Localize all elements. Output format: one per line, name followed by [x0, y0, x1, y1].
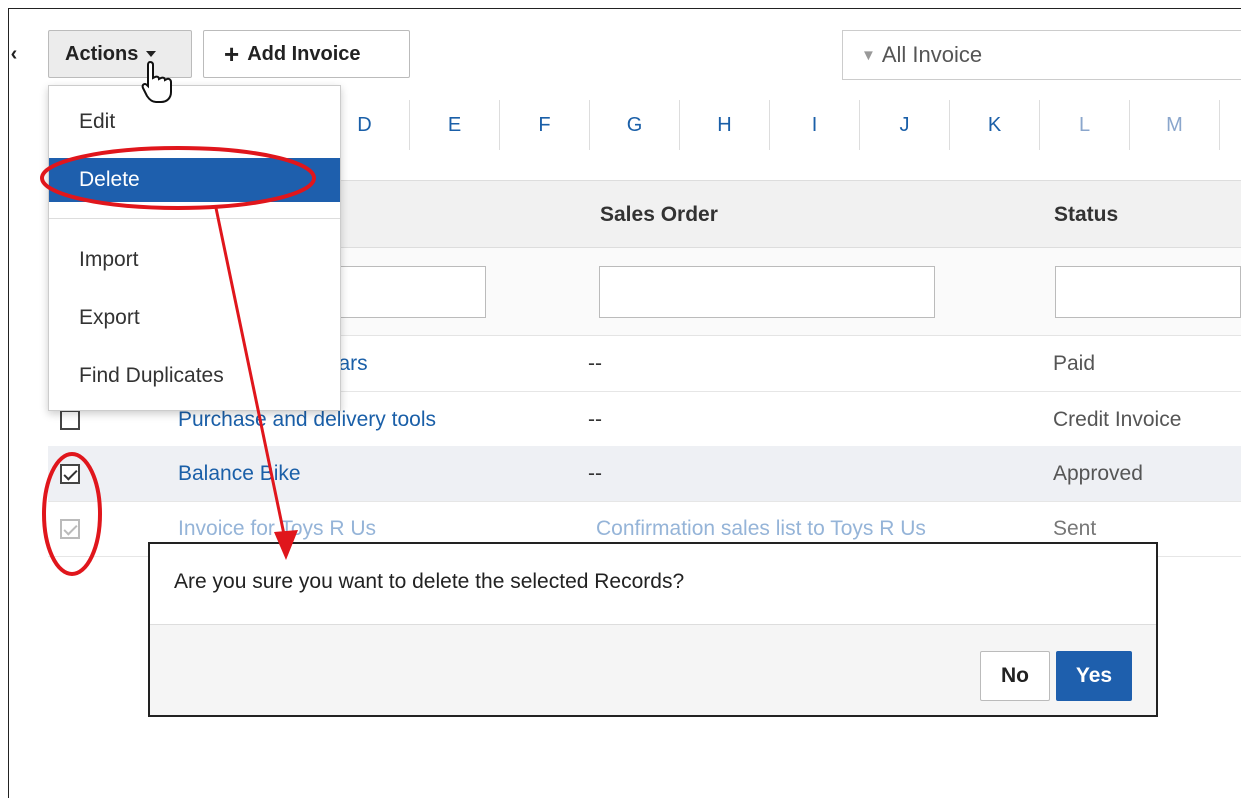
alpha-letter[interactable]: G [590, 100, 680, 150]
menu-item-delete[interactable]: Delete [49, 158, 340, 202]
status-cell: Sent [1053, 517, 1097, 540]
sales-order-link[interactable]: Confirmation sales list to Toys R Us [596, 517, 926, 541]
menu-item-find-duplicates[interactable]: Find Duplicates [49, 354, 340, 398]
alpha-letter[interactable]: L [1040, 100, 1130, 150]
sales-order-filter-input[interactable] [599, 266, 935, 318]
menu-item-label: Find Duplicates [79, 364, 224, 387]
invoice-filter-select[interactable]: ▼ All Invoice [842, 30, 1241, 80]
invoice-subject-link[interactable]: Purchase and delivery tools [178, 408, 436, 432]
row-checkbox[interactable] [60, 519, 80, 539]
sales-order-cell: -- [588, 462, 602, 485]
menu-item-label: Edit [79, 110, 116, 133]
status-cell: Credit Invoice [1053, 408, 1182, 431]
column-header-sales-order[interactable]: Sales Order [600, 203, 718, 227]
menu-item-export[interactable]: Export [49, 296, 340, 340]
menu-item-label: Delete [79, 168, 140, 191]
invoice-subject-link[interactable]: Invoice for Toys R Us [178, 517, 376, 541]
alpha-letter[interactable]: F [500, 100, 590, 150]
yes-button[interactable]: Yes [1056, 651, 1132, 701]
invoice-subject-link[interactable]: Balance Bike [178, 462, 301, 486]
hand-cursor-icon [141, 60, 172, 103]
table-row[interactable]: Balance Bike -- Approved [48, 446, 1241, 502]
alpha-letter[interactable]: M [1130, 100, 1220, 150]
row-checkbox[interactable] [60, 464, 80, 484]
dialog-message: Are you sure you want to delete the sele… [174, 570, 685, 593]
add-invoice-button[interactable]: + Add Invoice [203, 30, 410, 78]
funnel-icon: ▼ [861, 46, 876, 64]
alpha-letter[interactable]: E [410, 100, 500, 150]
menu-item-label: Export [79, 306, 140, 329]
alpha-letter[interactable]: I [770, 100, 860, 150]
menu-item-import[interactable]: Import [49, 238, 340, 282]
plus-icon: + [224, 38, 240, 69]
dialog-footer: No Yes [150, 624, 1156, 715]
alpha-letter[interactable]: J [860, 100, 950, 150]
add-invoice-label: Add Invoice [247, 42, 361, 65]
actions-button-label: Actions [65, 42, 139, 65]
no-button[interactable]: No [980, 651, 1050, 701]
alphabet-filter-bar: D E F G H I J K L M [320, 100, 1220, 150]
sales-order-cell: -- [588, 408, 602, 431]
menu-item-edit[interactable]: Edit [49, 100, 340, 144]
menu-item-label: Import [79, 248, 139, 271]
row-checkbox[interactable] [60, 410, 80, 430]
filter-label: All Invoice [881, 42, 983, 67]
actions-dropdown-menu: Edit Delete Import Export Find Duplicate… [48, 85, 341, 411]
alpha-letter[interactable]: K [950, 100, 1040, 150]
status-cell: Approved [1053, 462, 1143, 485]
menu-divider [49, 218, 340, 219]
status-filter-input[interactable] [1055, 266, 1241, 318]
back-chevron-icon[interactable]: ‹ [4, 42, 24, 66]
delete-confirm-dialog: Are you sure you want to delete the sele… [148, 542, 1158, 717]
caret-down-icon [146, 51, 157, 57]
sales-order-cell: -- [588, 352, 602, 375]
alpha-letter[interactable]: H [680, 100, 770, 150]
column-header-status[interactable]: Status [1054, 203, 1118, 227]
status-cell: Paid [1053, 352, 1096, 375]
